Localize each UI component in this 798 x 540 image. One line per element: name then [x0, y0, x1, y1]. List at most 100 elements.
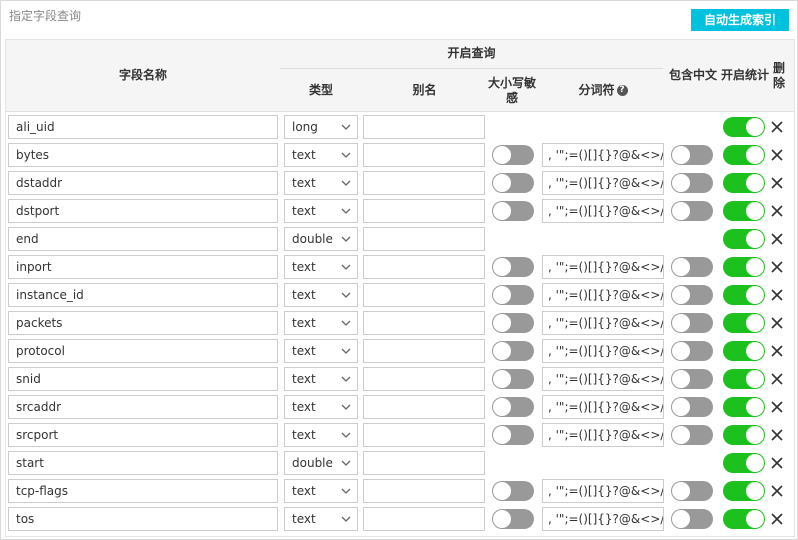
- alias-input[interactable]: [363, 367, 485, 391]
- tokenizer-input[interactable]: , '";=()[]{}?@&<>/:\n: [542, 423, 664, 447]
- type-select[interactable]: text: [284, 311, 358, 335]
- enable-stats-toggle[interactable]: [723, 201, 765, 221]
- alias-input[interactable]: [363, 451, 485, 475]
- field-name-input[interactable]: start: [8, 451, 278, 475]
- field-name-input[interactable]: dstaddr: [8, 171, 278, 195]
- case-sensitive-toggle[interactable]: [492, 397, 534, 417]
- field-name-input[interactable]: ali_uid: [8, 115, 278, 139]
- type-select[interactable]: text: [284, 423, 358, 447]
- help-icon[interactable]: ?: [616, 85, 628, 96]
- include-chinese-toggle[interactable]: [671, 369, 713, 389]
- alias-input[interactable]: [363, 255, 485, 279]
- field-name-input[interactable]: packets: [8, 311, 278, 335]
- enable-stats-toggle[interactable]: [723, 369, 765, 389]
- tokenizer-input[interactable]: , '";=()[]{}?@&<>/:\n: [542, 199, 664, 223]
- alias-input[interactable]: [363, 143, 485, 167]
- tokenizer-input[interactable]: , '";=()[]{}?@&<>/:\n: [542, 171, 664, 195]
- type-select[interactable]: text: [284, 395, 358, 419]
- include-chinese-toggle[interactable]: [671, 285, 713, 305]
- alias-input[interactable]: [363, 311, 485, 335]
- field-name-input[interactable]: snid: [8, 367, 278, 391]
- close-icon[interactable]: [769, 483, 785, 499]
- close-icon[interactable]: [769, 455, 785, 471]
- enable-stats-toggle[interactable]: [723, 425, 765, 445]
- tokenizer-input[interactable]: , '";=()[]{}?@&<>/:\n: [542, 143, 664, 167]
- alias-input[interactable]: [363, 507, 485, 531]
- close-icon[interactable]: [769, 231, 785, 247]
- enable-stats-toggle[interactable]: [723, 117, 765, 137]
- type-select[interactable]: long: [284, 115, 358, 139]
- include-chinese-toggle[interactable]: [671, 341, 713, 361]
- type-select[interactable]: text: [284, 199, 358, 223]
- field-name-input[interactable]: dstport: [8, 199, 278, 223]
- close-icon[interactable]: [769, 147, 785, 163]
- type-select[interactable]: text: [284, 339, 358, 363]
- include-chinese-toggle[interactable]: [671, 313, 713, 333]
- close-icon[interactable]: [769, 203, 785, 219]
- tokenizer-input[interactable]: , '";=()[]{}?@&<>/:\n: [542, 395, 664, 419]
- type-select[interactable]: text: [284, 479, 358, 503]
- include-chinese-toggle[interactable]: [671, 201, 713, 221]
- enable-stats-toggle[interactable]: [723, 285, 765, 305]
- alias-input[interactable]: [363, 171, 485, 195]
- include-chinese-toggle[interactable]: [671, 425, 713, 445]
- field-name-input[interactable]: srcport: [8, 423, 278, 447]
- field-name-input[interactable]: end: [8, 227, 278, 251]
- field-name-input[interactable]: instance_id: [8, 283, 278, 307]
- case-sensitive-toggle[interactable]: [492, 481, 534, 501]
- enable-stats-toggle[interactable]: [723, 173, 765, 193]
- include-chinese-toggle[interactable]: [671, 257, 713, 277]
- enable-stats-toggle[interactable]: [723, 509, 765, 529]
- tokenizer-input[interactable]: , '";=()[]{}?@&<>/:\n: [542, 255, 664, 279]
- type-select[interactable]: double: [284, 227, 358, 251]
- close-icon[interactable]: [769, 371, 785, 387]
- alias-input[interactable]: [363, 115, 485, 139]
- alias-input[interactable]: [363, 283, 485, 307]
- case-sensitive-toggle[interactable]: [492, 425, 534, 445]
- case-sensitive-toggle[interactable]: [492, 257, 534, 277]
- case-sensitive-toggle[interactable]: [492, 313, 534, 333]
- include-chinese-toggle[interactable]: [671, 145, 713, 165]
- enable-stats-toggle[interactable]: [723, 341, 765, 361]
- field-name-input[interactable]: protocol: [8, 339, 278, 363]
- alias-input[interactable]: [363, 227, 485, 251]
- enable-stats-toggle[interactable]: [723, 229, 765, 249]
- case-sensitive-toggle[interactable]: [492, 341, 534, 361]
- type-select[interactable]: text: [284, 367, 358, 391]
- alias-input[interactable]: [363, 423, 485, 447]
- enable-stats-toggle[interactable]: [723, 313, 765, 333]
- include-chinese-toggle[interactable]: [671, 397, 713, 417]
- enable-stats-toggle[interactable]: [723, 145, 765, 165]
- enable-stats-toggle[interactable]: [723, 453, 765, 473]
- tokenizer-input[interactable]: , '";=()[]{}?@&<>/:\n: [542, 367, 664, 391]
- alias-input[interactable]: [363, 199, 485, 223]
- close-icon[interactable]: [769, 259, 785, 275]
- enable-stats-toggle[interactable]: [723, 257, 765, 277]
- field-name-input[interactable]: tcp-flags: [8, 479, 278, 503]
- case-sensitive-toggle[interactable]: [492, 173, 534, 193]
- auto-generate-index-button[interactable]: 自动生成索引: [691, 9, 789, 31]
- close-icon[interactable]: [769, 315, 785, 331]
- tokenizer-input[interactable]: , '";=()[]{}?@&<>/:\n: [542, 283, 664, 307]
- alias-input[interactable]: [363, 479, 485, 503]
- tokenizer-input[interactable]: , '";=()[]{}?@&<>/:\n: [542, 479, 664, 503]
- case-sensitive-toggle[interactable]: [492, 201, 534, 221]
- tokenizer-input[interactable]: , '";=()[]{}?@&<>/:\n: [542, 507, 664, 531]
- close-icon[interactable]: [769, 343, 785, 359]
- field-name-input[interactable]: srcaddr: [8, 395, 278, 419]
- case-sensitive-toggle[interactable]: [492, 369, 534, 389]
- close-icon[interactable]: [769, 427, 785, 443]
- close-icon[interactable]: [769, 287, 785, 303]
- type-select[interactable]: text: [284, 283, 358, 307]
- close-icon[interactable]: [769, 399, 785, 415]
- close-icon[interactable]: [769, 511, 785, 527]
- enable-stats-toggle[interactable]: [723, 481, 765, 501]
- include-chinese-toggle[interactable]: [671, 481, 713, 501]
- case-sensitive-toggle[interactable]: [492, 509, 534, 529]
- alias-input[interactable]: [363, 395, 485, 419]
- case-sensitive-toggle[interactable]: [492, 145, 534, 165]
- close-icon[interactable]: [769, 119, 785, 135]
- type-select[interactable]: text: [284, 143, 358, 167]
- field-name-input[interactable]: bytes: [8, 143, 278, 167]
- field-name-input[interactable]: inport: [8, 255, 278, 279]
